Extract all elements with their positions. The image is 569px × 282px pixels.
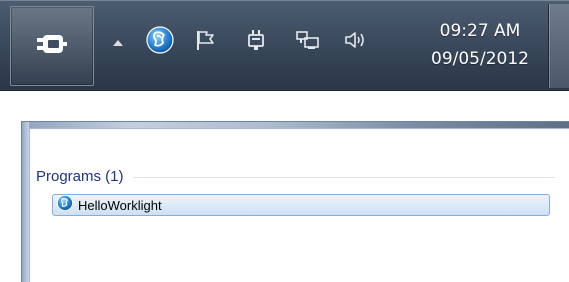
worklight-icon [57, 195, 73, 215]
start-menu: Programs (1) HelloWorklight [21, 121, 569, 282]
network-icon [296, 29, 320, 55]
screenshot: 09:27 AM 09/05/2012 Programs (1) HelloWo… [0, 0, 569, 282]
action-center-button[interactable] [193, 30, 217, 54]
clock-date: 09/05/2012 [431, 49, 529, 69]
results-group-header[interactable]: Programs (1) [36, 167, 555, 185]
search-results-pane: Programs (1) HelloWorklight [29, 128, 569, 282]
battery-plug-icon [245, 29, 267, 55]
chevron-up-icon [112, 33, 124, 52]
power-plug-icon [37, 33, 67, 59]
worklight-icon [146, 26, 174, 58]
network-button[interactable] [296, 30, 320, 54]
show-hidden-icons-button[interactable] [106, 30, 130, 54]
volume-button[interactable] [344, 30, 368, 54]
volume-icon [344, 29, 368, 55]
group-title: Programs (1) [36, 167, 124, 185]
power-plug-button[interactable] [10, 6, 94, 86]
power-status-button[interactable] [244, 30, 268, 54]
result-label: HelloWorklight [78, 197, 162, 213]
start-menu-frame-left [22, 122, 29, 282]
action-center-flag-icon [194, 29, 216, 55]
taskbar-clock[interactable]: 09:27 AM 09/05/2012 [405, 17, 555, 73]
show-desktop-button[interactable] [548, 4, 569, 88]
taskbar: 09:27 AM 09/05/2012 [0, 0, 569, 91]
worklight-tray-button[interactable] [145, 26, 175, 58]
group-divider [133, 176, 555, 178]
clock-time: 09:27 AM [439, 21, 521, 41]
result-item-helloworklight[interactable]: HelloWorklight [52, 194, 550, 216]
